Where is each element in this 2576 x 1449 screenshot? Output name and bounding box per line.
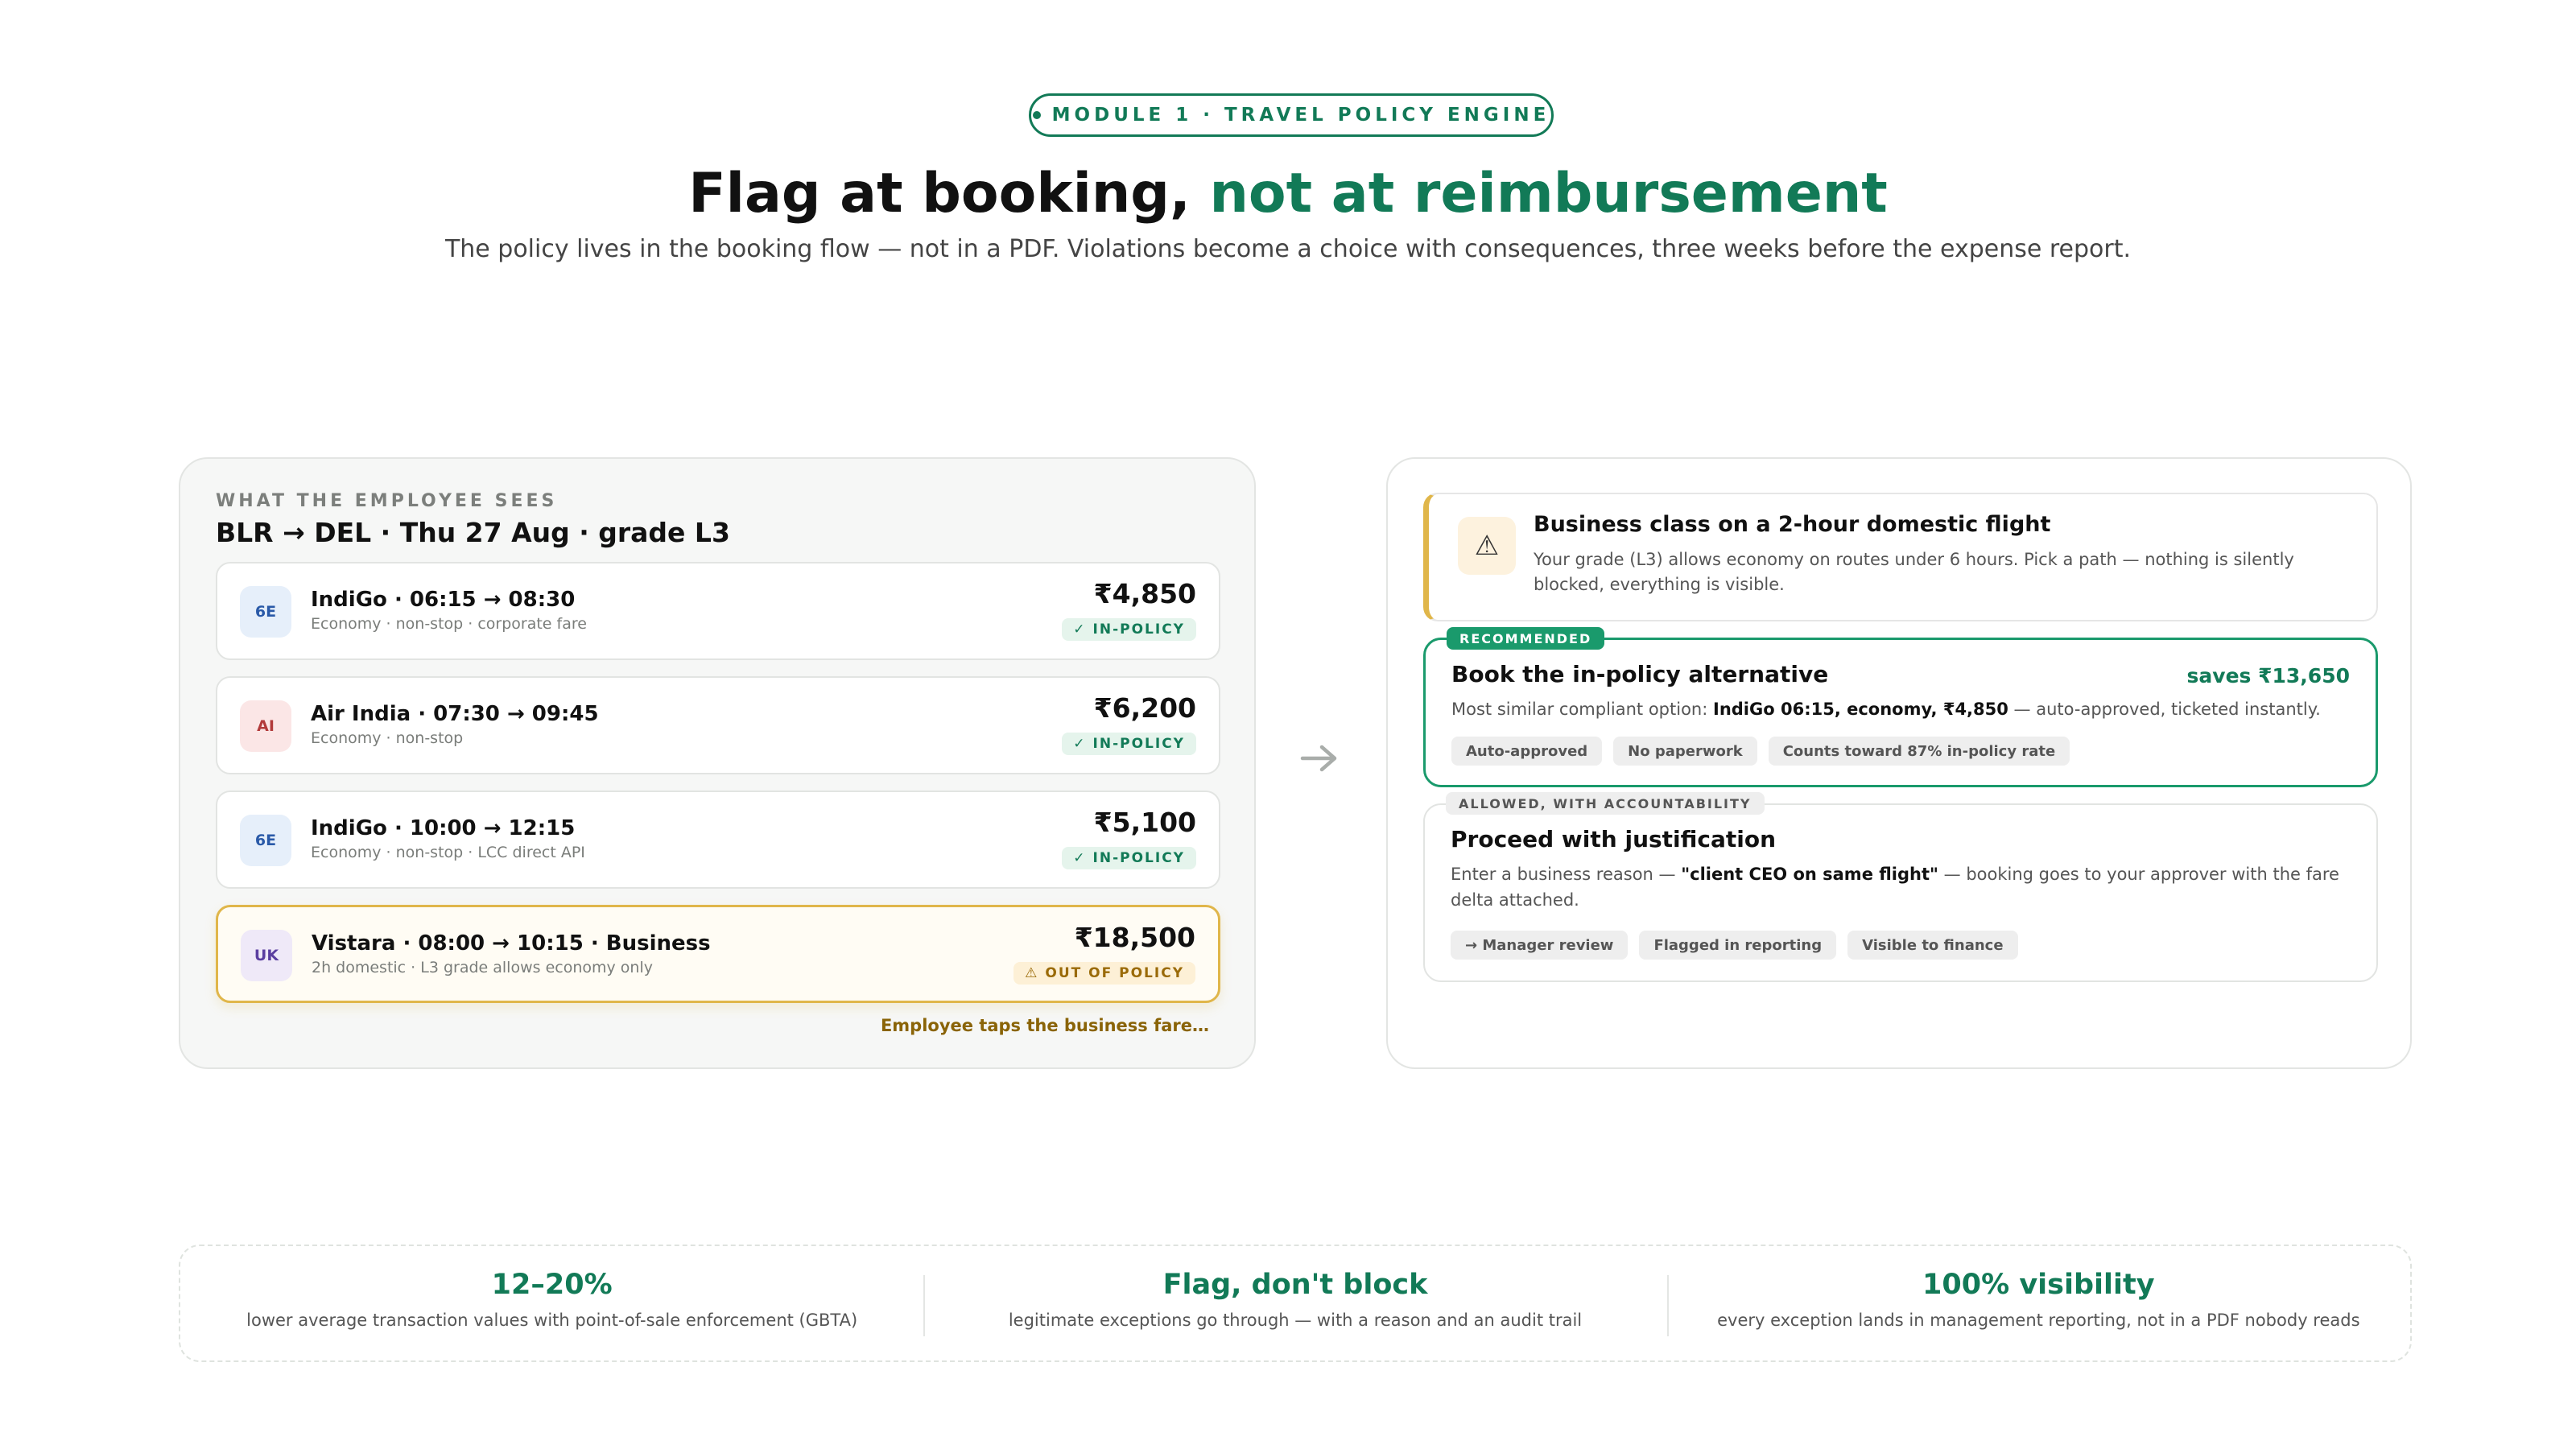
check-icon: ✓: [1073, 621, 1087, 638]
tap-note: Employee taps the business fare…: [880, 1016, 1209, 1035]
headline-main: Flag at booking,: [688, 162, 1191, 225]
chip: → Manager review: [1451, 931, 1629, 960]
stat-value: Flag, don't block: [1162, 1269, 1428, 1301]
page-title: Flag at booking, not at reimbursement: [0, 158, 2576, 230]
stat-label: lower average transaction values with po…: [246, 1311, 858, 1330]
stat-item: Flag, don't block legitimate exceptions …: [923, 1246, 1666, 1360]
option-title: Book the in-policy alternative: [1451, 661, 1829, 687]
headline-accent: not at reimbursement: [1209, 162, 1888, 225]
in-policy-badge: ✓ IN-POLICY: [1062, 618, 1196, 641]
stat-label: every exception lands in management repo…: [1717, 1311, 2360, 1330]
status-label: IN-POLICY: [1092, 850, 1185, 866]
chip: Flagged in reporting: [1639, 931, 1837, 960]
chip: Visible to finance: [1847, 931, 2018, 960]
stat-value: 12–20%: [491, 1269, 613, 1301]
savings-label: saves ₹13,650: [2186, 664, 2350, 687]
option-body: Most similar compliant option: IndiGo 06…: [1451, 696, 2353, 722]
body-prefix: Most similar compliant option:: [1451, 700, 1713, 719]
check-icon: ✓: [1073, 850, 1087, 866]
body-suffix: — auto-approved, ticketed instantly.: [2008, 700, 2321, 719]
option-title: Proceed with justification: [1451, 826, 1777, 852]
body-prefix: Enter a business reason —: [1451, 865, 1682, 884]
warning-icon: ⚠: [1025, 965, 1039, 981]
option-chips: → Manager review Flagged in reporting Vi…: [1451, 931, 2018, 960]
flight-price: ₹6,200: [1093, 692, 1196, 724]
chip: No paperwork: [1613, 737, 1757, 766]
chip: Auto-approved: [1451, 737, 1603, 766]
flight-option-indigo-1000[interactable]: 6E IndiGo · 10:00 → 12:15 Economy · non-…: [216, 791, 1220, 889]
airline-badge: UK: [241, 930, 292, 981]
route-heading: BLR → DEL · Thu 27 Aug · grade L3: [216, 517, 730, 548]
stat-item: 12–20% lower average transaction values …: [180, 1246, 923, 1360]
chip: Counts toward 87% in-policy rate: [1768, 737, 2070, 766]
flight-title: Vistara · 08:00 → 10:15 · Business: [312, 931, 711, 956]
stats-strip: 12–20% lower average transaction values …: [179, 1245, 2412, 1362]
flight-price: ₹5,100: [1093, 807, 1196, 838]
airline-badge: 6E: [240, 815, 291, 866]
alert-title: Business class on a 2-hour domestic flig…: [1534, 512, 2051, 537]
status-label: IN-POLICY: [1092, 621, 1185, 638]
arrow-right-icon: [1300, 745, 1337, 772]
flight-details: Economy · non-stop: [311, 729, 464, 747]
stat-item: 100% visibility every exception lands in…: [1666, 1246, 2410, 1360]
status-label: IN-POLICY: [1092, 736, 1185, 752]
module-pill: MODULE 1 · TRAVEL POLICY ENGINE: [1029, 93, 1554, 137]
airline-badge: 6E: [240, 586, 291, 638]
flight-details: Economy · non-stop · LCC direct API: [311, 844, 585, 861]
policy-alert: ⚠ Business class on a 2-hour domestic fl…: [1423, 493, 2378, 621]
dot-icon: [1032, 111, 1041, 119]
accountability-tag: ALLOWED, WITH ACCOUNTABILITY: [1446, 792, 1765, 815]
policy-response-panel: ⚠ Business class on a 2-hour domestic fl…: [1386, 457, 2412, 1069]
body-highlight: IndiGo 06:15, economy, ₹4,850: [1713, 700, 2008, 719]
stat-label: legitimate exceptions go through — with …: [1008, 1311, 1583, 1330]
body-highlight: "client CEO on same flight": [1681, 865, 1938, 884]
alert-body: Your grade (L3) allows economy on routes…: [1534, 550, 2294, 594]
module-label: MODULE 1 · TRAVEL POLICY ENGINE: [1051, 105, 1550, 126]
justification-option-card[interactable]: ALLOWED, WITH ACCOUNTABILITY Proceed wit…: [1423, 792, 2378, 982]
recommended-option-card[interactable]: RECOMMENDED Book the in-policy alternati…: [1423, 627, 2378, 787]
flight-option-indigo-0615[interactable]: 6E IndiGo · 06:15 → 08:30 Economy · non-…: [216, 562, 1220, 660]
flight-title: IndiGo · 10:00 → 12:15: [311, 816, 576, 840]
flight-option-airindia-0730[interactable]: AI Air India · 07:30 → 09:45 Economy · n…: [216, 676, 1220, 774]
flight-title: Air India · 07:30 → 09:45: [311, 702, 599, 726]
flight-price: ₹4,850: [1093, 578, 1196, 609]
in-policy-badge: ✓ IN-POLICY: [1062, 733, 1196, 755]
check-icon: ✓: [1073, 736, 1087, 752]
recommended-tag: RECOMMENDED: [1447, 627, 1605, 650]
employee-view-panel: WHAT THE EMPLOYEE SEES BLR → DEL · Thu 2…: [179, 457, 1256, 1069]
employee-view-eyebrow: WHAT THE EMPLOYEE SEES: [216, 491, 558, 511]
warning-icon: ⚠: [1458, 517, 1516, 575]
in-policy-badge: ✓ IN-POLICY: [1062, 847, 1196, 869]
airline-badge: AI: [240, 700, 291, 752]
status-label: OUT OF POLICY: [1045, 965, 1184, 981]
page-subtitle: The policy lives in the booking flow — n…: [444, 235, 2132, 263]
flight-option-vistara-business[interactable]: UK Vistara · 08:00 → 10:15 · Business 2h…: [216, 905, 1220, 1003]
option-chips: Auto-approved No paperwork Counts toward…: [1451, 737, 2070, 766]
flight-title: IndiGo · 06:15 → 08:30: [311, 588, 576, 612]
out-of-policy-badge: ⚠ OUT OF POLICY: [1013, 962, 1195, 985]
flight-price: ₹18,500: [1074, 922, 1195, 953]
option-body: Enter a business reason — "client CEO on…: [1451, 861, 2352, 913]
stat-value: 100% visibility: [1922, 1269, 2155, 1301]
flight-details: Economy · non-stop · corporate fare: [311, 615, 587, 633]
flight-details: 2h domestic · L3 grade allows economy on…: [312, 959, 653, 976]
